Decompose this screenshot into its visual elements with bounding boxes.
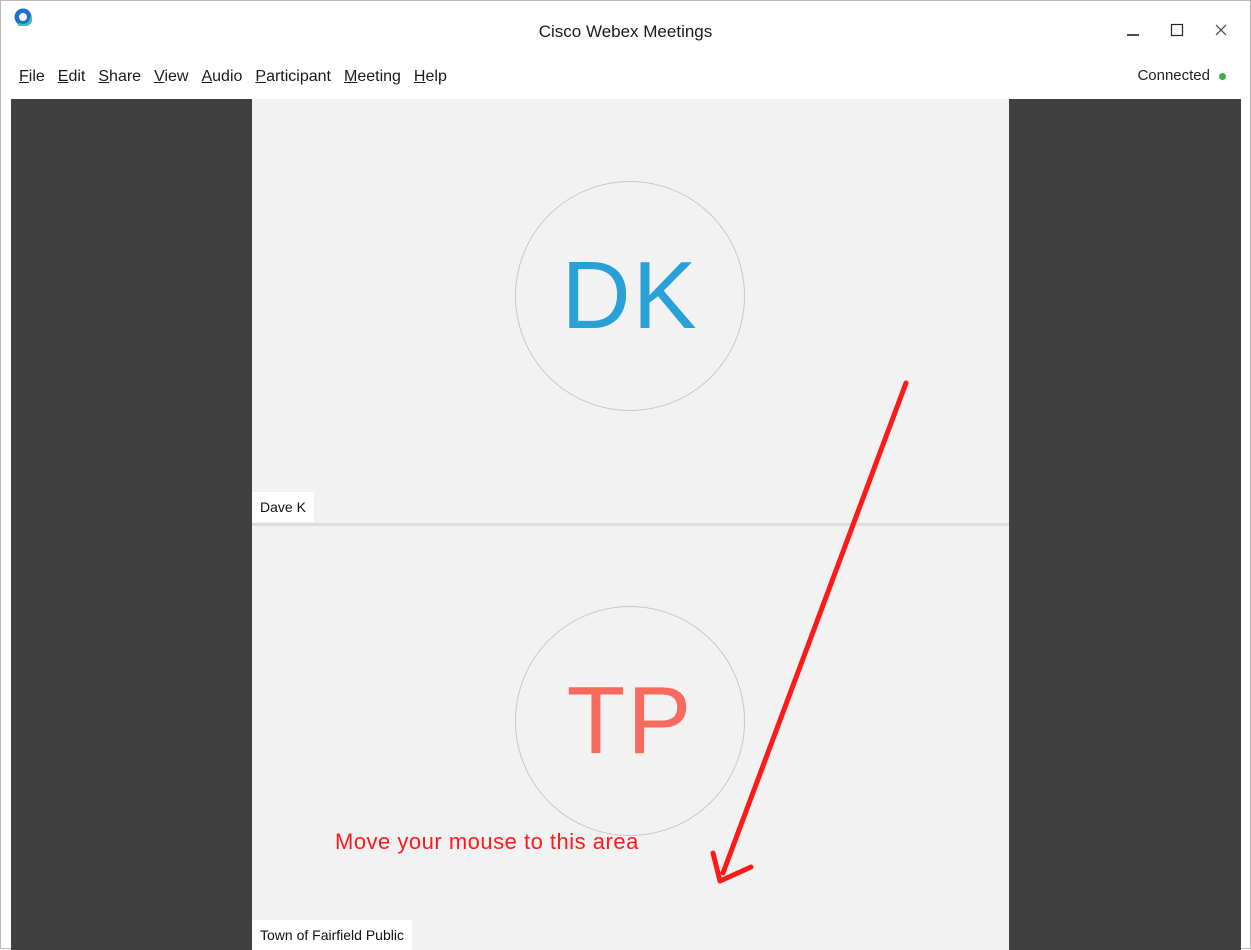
close-icon (1215, 24, 1227, 36)
menu-share[interactable]: Share (92, 66, 148, 90)
connection-status-dot (1219, 72, 1226, 80)
menu-share-mnemonic: S (98, 68, 110, 85)
menu-meeting[interactable]: Meeting (338, 66, 408, 90)
menu-view-label: iew (164, 68, 189, 85)
menu-file[interactable]: File (13, 66, 52, 90)
participant-name-tag: Town of Fairfield Public (252, 920, 412, 950)
meeting-stage[interactable]: DK Dave K TP Town of Fairfield Public (11, 99, 1241, 950)
menu-view[interactable]: View (148, 66, 195, 90)
menu-meeting-label: eeting (357, 68, 401, 85)
menu-view-mnemonic: V (154, 68, 165, 85)
participant-tile-dave-k[interactable]: DK Dave K (252, 99, 1009, 524)
minimize-icon (1127, 34, 1139, 36)
menu-meeting-mnemonic: M (344, 68, 358, 85)
menu-participant-mnemonic: P (255, 68, 267, 85)
webex-window: Cisco Webex Meetings File Edit Share Vie… (0, 0, 1251, 950)
menu-share-label: hare (109, 68, 142, 85)
participant-avatar: TP (515, 606, 745, 836)
menu-help-label: elp (425, 68, 447, 85)
menu-edit[interactable]: Edit (52, 66, 93, 90)
menu-audio-label: udio (212, 68, 243, 85)
menu-audio-mnemonic: A (201, 68, 213, 85)
menu-participant-label: articipant (266, 68, 331, 85)
minimize-button[interactable] (1118, 15, 1148, 45)
maximize-button[interactable] (1162, 15, 1192, 45)
participant-name-tag: Dave K (252, 492, 314, 522)
menu-audio[interactable]: Audio (195, 66, 249, 90)
title-bar[interactable]: Cisco Webex Meetings (1, 1, 1250, 63)
menu-help[interactable]: Help (408, 66, 454, 90)
menu-file-label: ile (28, 68, 45, 85)
window-title: Cisco Webex Meetings (538, 22, 713, 41)
participant-avatar: DK (515, 181, 745, 411)
menu-help-mnemonic: H (413, 68, 426, 85)
connection-status-label: Connected (1137, 67, 1210, 84)
maximize-icon (1170, 23, 1184, 37)
participant-tile-town-of-fairfield[interactable]: TP Town of Fairfield Public (252, 526, 1009, 950)
close-button[interactable] (1206, 15, 1236, 45)
menu-participant[interactable]: Participant (249, 66, 338, 90)
connection-status: Connected (1137, 66, 1226, 86)
menu-edit-label: dit (68, 68, 86, 85)
instruction-annotation: Move your mouse to this area (335, 829, 639, 854)
menu-file-mnemonic: F (19, 68, 29, 85)
menu-edit-mnemonic: E (57, 68, 69, 85)
menu-bar: File Edit Share View Audio Participant M… (13, 66, 454, 90)
